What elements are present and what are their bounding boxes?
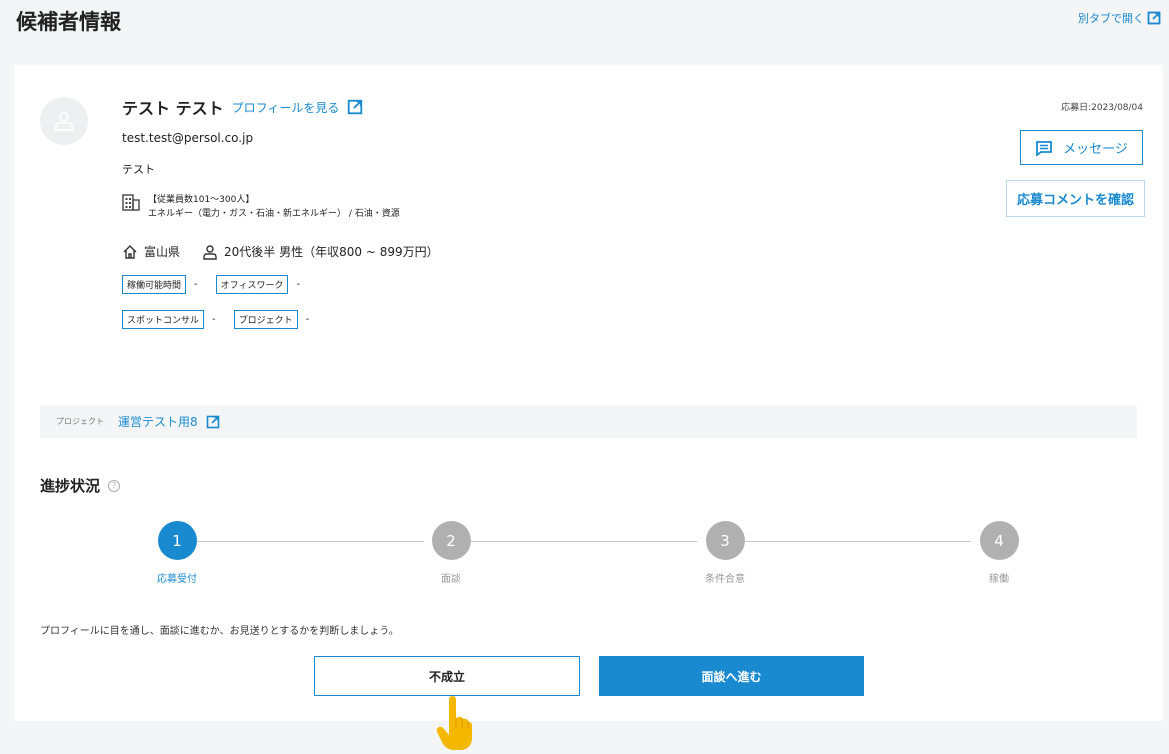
info-row: 富山県 20代後半 男性（年収800 ~ 899万円） <box>122 243 461 260</box>
tag-value: - <box>296 279 301 290</box>
home-icon <box>123 244 137 259</box>
profile-link-label: プロフィールを見る <box>231 100 340 115</box>
tag-value: - <box>305 314 310 325</box>
guidance-text: プロフィールに目を通し、面談に進むか、お見送りとするかを判断しましょう。 <box>40 626 399 637</box>
external-link-icon <box>348 99 363 115</box>
external-link-icon <box>206 415 219 428</box>
demographics: 20代後半 男性（年収800 ~ 899万円） <box>224 245 439 259</box>
message-button[interactable]: メッセージ <box>1020 130 1143 165</box>
step-number: 1 <box>157 521 197 560</box>
step-label: 稼働 <box>989 574 1009 585</box>
location: 富山県 <box>144 245 181 259</box>
candidate-name: テスト テスト <box>122 99 224 118</box>
candidate-card: テスト テスト プロフィールを見る test.test@persol.co.jp… <box>14 65 1163 721</box>
progress-title: 進捗状況 ? <box>40 475 121 496</box>
step-1: 1 応募受付 <box>137 521 217 585</box>
project-link[interactable]: 運営テスト用8 <box>118 413 220 430</box>
project-label: プロジェクト <box>56 417 104 426</box>
tags-row-1: 稼働可能時間 - オフィスワーク - <box>122 275 310 294</box>
proceed-to-interview-button[interactable]: 面談へ進む <box>599 656 864 696</box>
progress-title-label: 進捗状況 <box>40 477 101 495</box>
step-number: 2 <box>431 521 471 560</box>
stepper-connector <box>745 541 971 542</box>
open-new-tab-link[interactable]: 別タブで開く <box>1078 10 1161 26</box>
step-label: 条件合意 <box>705 574 745 585</box>
pointer-hand-icon <box>436 696 472 750</box>
check-comment-button[interactable]: 応募コメントを確認 <box>1006 180 1145 217</box>
step-3: 3 条件合意 <box>685 521 765 585</box>
step-label: 面談 <box>441 574 461 585</box>
tag-label: オフィスワーク <box>215 275 289 294</box>
company-industry: エネルギー（電力・ガス・石油・新エネルギー） / 石油・資源 <box>148 209 400 219</box>
tag-value: - <box>212 314 216 325</box>
company-size: 【従業員数101～300人】 <box>148 195 255 205</box>
page-title: 候補者情報 <box>16 10 121 34</box>
step-number: 4 <box>979 521 1019 560</box>
step-label: 応募受付 <box>157 574 197 585</box>
open-new-tab-label: 別タブで開く <box>1078 12 1144 25</box>
person-icon <box>203 244 217 260</box>
step-2: 2 面談 <box>411 521 491 585</box>
project-name: 運営テスト用8 <box>118 415 198 429</box>
name-row: テスト テスト プロフィールを見る <box>122 95 363 119</box>
candidate-short-name: テスト <box>122 163 155 176</box>
stepper-connector <box>471 541 697 542</box>
tag-label: プロジェクト <box>233 310 298 329</box>
company-info: 【従業員数101～300人】 エネルギー（電力・ガス・石油・新エネルギー） / … <box>122 193 400 221</box>
tag-label: 稼働可能時間 <box>122 275 187 294</box>
tag-value: - <box>194 279 198 290</box>
message-icon <box>1036 140 1053 156</box>
user-icon <box>55 112 73 131</box>
external-link-icon <box>1147 11 1161 25</box>
apply-date: 応募日:2023/08/04 <box>1061 103 1143 113</box>
avatar <box>40 97 88 145</box>
stepper-connector <box>197 541 424 542</box>
project-bar: プロジェクト 運営テスト用8 <box>40 405 1137 438</box>
reject-button[interactable]: 不成立 <box>314 656 580 696</box>
tags-row-2: スポットコンサル - プロジェクト - <box>122 310 319 329</box>
candidate-email: test.test@persol.co.jp <box>122 131 254 145</box>
message-button-label: メッセージ <box>1063 142 1128 157</box>
help-icon[interactable]: ? <box>108 479 121 492</box>
profile-link[interactable]: プロフィールを見る <box>232 99 364 116</box>
step-4: 4 稼働 <box>959 521 1039 585</box>
building-icon <box>122 194 140 211</box>
step-number: 3 <box>705 521 745 560</box>
tag-label: スポットコンサル <box>122 310 205 329</box>
